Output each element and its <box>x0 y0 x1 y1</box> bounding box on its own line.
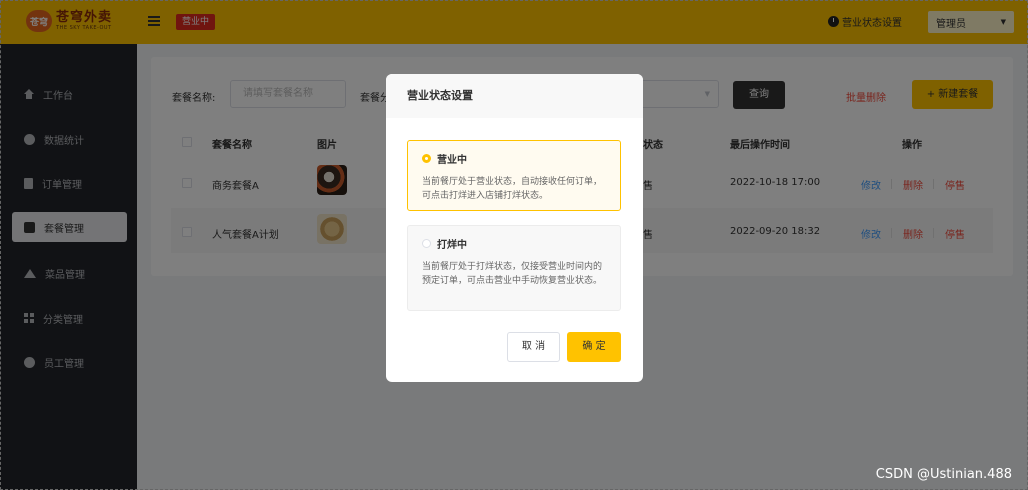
watermark: CSDN @Ustinian.488 <box>875 467 1012 482</box>
confirm-button[interactable]: 确 定 <box>567 332 621 362</box>
status-option-open[interactable]: 营业中 当前餐厅处于营业状态，自动接收任何订单，可点击打烊进入店铺打烊状态。 <box>407 140 621 211</box>
option-description: 当前餐厅处于营业状态，自动接收任何订单，可点击打烊进入店铺打烊状态。 <box>422 177 603 201</box>
cancel-button[interactable]: 取 消 <box>507 332 560 362</box>
option-title: 打烊中 <box>437 240 467 251</box>
dialog-title: 营业状态设置 <box>386 74 643 118</box>
radio-unchecked-icon[interactable] <box>422 239 431 248</box>
status-option-closed[interactable]: 打烊中 当前餐厅处于打烊状态，仅接受营业时间内的预定订单，可点击营业中手动恢复营… <box>407 225 621 311</box>
option-description: 当前餐厅处于打烊状态，仅接受营业时间内的预定订单，可点击营业中手动恢复营业状态。 <box>422 262 603 286</box>
option-title: 营业中 <box>437 155 467 166</box>
radio-checked-icon[interactable] <box>422 154 431 163</box>
